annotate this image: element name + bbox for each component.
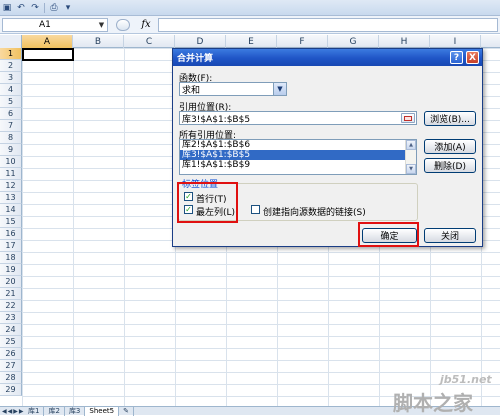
- column-header[interactable]: A: [22, 35, 73, 48]
- column-headers: ABCDEFGHI: [0, 35, 500, 48]
- toolbar-separator: [44, 2, 45, 13]
- delete-button[interactable]: 删除(D): [424, 158, 476, 173]
- row-header[interactable]: 17: [0, 240, 22, 252]
- last-sheet-icon[interactable]: ▶: [19, 408, 24, 415]
- close-button[interactable]: 关闭: [424, 228, 476, 243]
- row-header[interactable]: 23: [0, 312, 22, 324]
- column-header[interactable]: G: [328, 35, 379, 48]
- next-sheet-icon[interactable]: ▶: [13, 408, 18, 415]
- row-header[interactable]: 7: [0, 120, 22, 132]
- row-header[interactable]: 25: [0, 336, 22, 348]
- undo-icon[interactable]: ↶: [16, 3, 26, 13]
- sheet-tab[interactable]: 库1: [24, 406, 45, 416]
- row-header[interactable]: 20: [0, 276, 22, 288]
- row-header[interactable]: 13: [0, 192, 22, 204]
- list-item-selected[interactable]: 库3!$A$1:$B$5: [180, 150, 416, 160]
- list-scrollbar[interactable]: ▲ ▼: [405, 140, 416, 174]
- row-header[interactable]: 6: [0, 108, 22, 120]
- redo-icon[interactable]: ↷: [30, 3, 40, 13]
- formula-input[interactable]: [158, 17, 498, 32]
- column-header[interactable]: E: [226, 35, 277, 48]
- sheet-nav-arrows[interactable]: ◀ ◀ ▶ ▶: [0, 408, 24, 415]
- row-header[interactable]: 5: [0, 96, 22, 108]
- save-icon[interactable]: ▣: [2, 3, 12, 13]
- chevron-down-icon[interactable]: ▼: [273, 83, 286, 95]
- help-button[interactable]: ?: [450, 51, 463, 64]
- active-cell[interactable]: [22, 48, 74, 61]
- sheet-tab[interactable]: 库2: [44, 406, 65, 416]
- ok-button-highlight: [358, 222, 419, 247]
- function-select[interactable]: 求和 ▼: [179, 82, 287, 96]
- row-header[interactable]: 3: [0, 72, 22, 84]
- collapse-dialog-button[interactable]: [401, 113, 415, 123]
- column-header[interactable]: F: [277, 35, 328, 48]
- column-header[interactable]: D: [175, 35, 226, 48]
- all-references-list[interactable]: 库2!$A$1:$B$6 库3!$A$1:$B$5 库1!$A$1:$B$9 ▲…: [179, 139, 417, 175]
- create-links-checkbox[interactable]: [251, 205, 260, 214]
- first-sheet-icon[interactable]: ◀: [2, 408, 7, 415]
- name-box[interactable]: A1 ▼: [2, 17, 108, 32]
- column-header[interactable]: B: [73, 35, 124, 48]
- scroll-down-icon[interactable]: ▼: [406, 164, 416, 174]
- prev-sheet-icon[interactable]: ◀: [8, 408, 13, 415]
- name-box-value: A1: [39, 19, 51, 30]
- list-item[interactable]: 库2!$A$1:$B$6: [180, 140, 416, 150]
- list-item[interactable]: 库1!$A$1:$B$9: [180, 160, 416, 170]
- scroll-up-icon[interactable]: ▲: [406, 140, 416, 150]
- row-header[interactable]: 9: [0, 144, 22, 156]
- column-header[interactable]: I: [430, 35, 481, 48]
- row-header[interactable]: 4: [0, 84, 22, 96]
- row-header[interactable]: 24: [0, 324, 22, 336]
- formula-bar: A1 ▼ fx: [0, 16, 500, 34]
- range-select-icon: [404, 115, 412, 121]
- column-header[interactable]: H: [379, 35, 430, 48]
- function-select-value: 求和: [182, 85, 201, 96]
- row-header[interactable]: 15: [0, 216, 22, 228]
- add-button[interactable]: 添加(A): [424, 139, 476, 154]
- row-header[interactable]: 10: [0, 156, 22, 168]
- browse-button[interactable]: 浏览(B)...: [424, 111, 476, 126]
- dialog-titlebar[interactable]: 合并计算 ? X: [173, 49, 482, 66]
- watermark-name: 脚本之家: [393, 391, 473, 415]
- watermark-site: jb51.net: [440, 373, 492, 386]
- row-header[interactable]: 14: [0, 204, 22, 216]
- row-header[interactable]: 21: [0, 288, 22, 300]
- row-header[interactable]: 2: [0, 60, 22, 72]
- row-header[interactable]: 1: [0, 48, 22, 60]
- row-header[interactable]: 29: [0, 384, 22, 396]
- sheet-tab-active[interactable]: Sheet5: [85, 406, 120, 416]
- select-all-corner[interactable]: [0, 35, 22, 48]
- close-icon[interactable]: X: [466, 51, 479, 64]
- sheet-tab[interactable]: 库3: [65, 406, 86, 416]
- insert-function-icon[interactable]: fx: [138, 18, 154, 32]
- chevron-down-icon[interactable]: ▼: [97, 20, 106, 30]
- row-header[interactable]: 19: [0, 264, 22, 276]
- quick-access-toolbar: ▣ ↶ ↷ ⎙ ▾: [0, 0, 500, 16]
- row-header[interactable]: 16: [0, 228, 22, 240]
- row-header[interactable]: 12: [0, 180, 22, 192]
- reference-input-value: 库3!$A$1:$B$5: [182, 114, 251, 125]
- checkbox-highlight: [177, 182, 238, 223]
- row-header[interactable]: 26: [0, 348, 22, 360]
- reference-input[interactable]: 库3!$A$1:$B$5: [179, 111, 417, 125]
- formula-bar-toggle-button[interactable]: [116, 18, 130, 31]
- print-icon[interactable]: ⎙: [49, 3, 59, 13]
- customize-icon[interactable]: ▾: [63, 3, 73, 13]
- column-header[interactable]: C: [124, 35, 175, 48]
- row-header[interactable]: 28: [0, 372, 22, 384]
- row-header[interactable]: 11: [0, 168, 22, 180]
- row-header[interactable]: 8: [0, 132, 22, 144]
- create-links-label: 创建指向源数据的链接(S): [263, 208, 366, 218]
- insert-sheet-icon[interactable]: ✎: [119, 406, 134, 416]
- row-header[interactable]: 18: [0, 252, 22, 264]
- row-header[interactable]: 27: [0, 360, 22, 372]
- dialog-title: 合并计算: [177, 54, 214, 64]
- row-header[interactable]: 22: [0, 300, 22, 312]
